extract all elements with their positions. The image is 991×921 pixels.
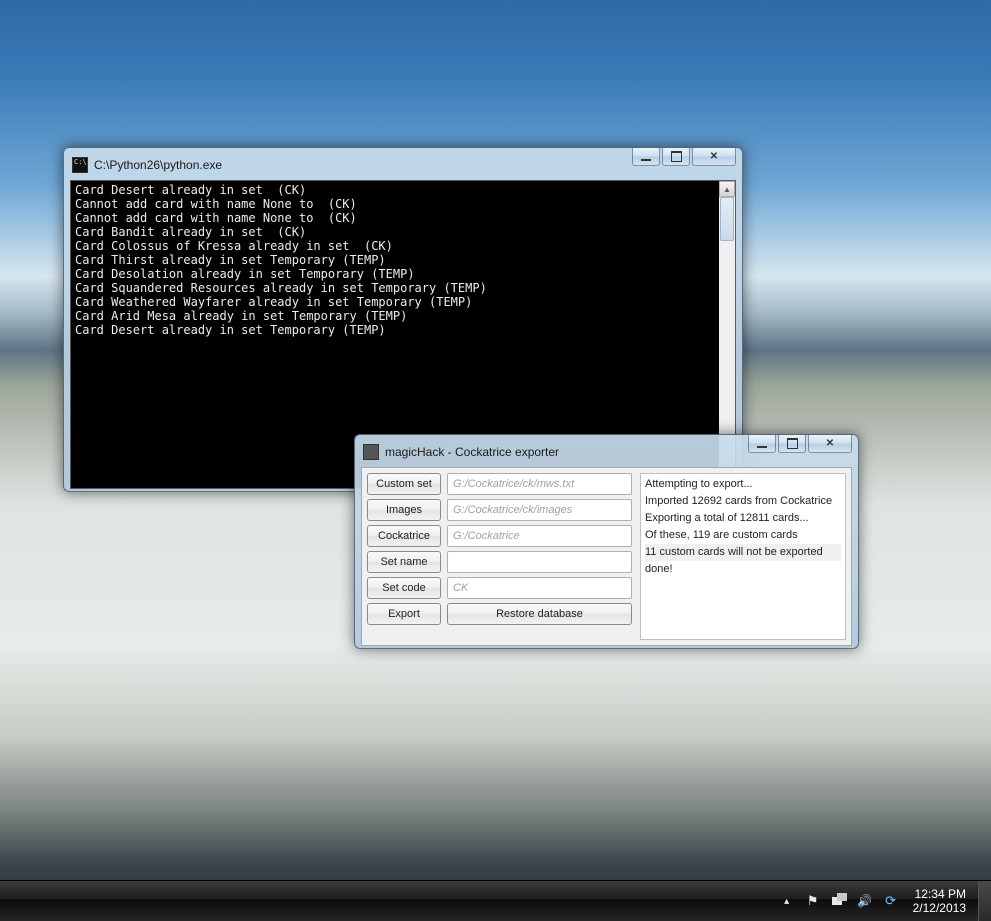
taskbar-date: 2/12/2013 [913, 901, 966, 915]
console-scroll-up-button[interactable]: ▲ [719, 181, 735, 197]
custom-set-button[interactable]: Custom set [367, 473, 441, 495]
console-app-icon [72, 157, 88, 173]
volume-icon[interactable] [857, 893, 873, 909]
console-minimize-button[interactable] [632, 148, 660, 166]
action-center-icon[interactable] [805, 893, 821, 909]
taskbar-time: 12:34 PM [913, 887, 966, 901]
custom-set-path-input[interactable]: G:/Cockatrice/ck/mws.txt [447, 473, 632, 495]
exporter-window-controls [748, 435, 852, 453]
set-name-input[interactable] [447, 551, 632, 573]
exporter-form: Custom set G:/Cockatrice/ck/mws.txt Imag… [367, 473, 632, 640]
console-close-button[interactable] [692, 148, 736, 166]
exporter-content: Custom set G:/Cockatrice/ck/mws.txt Imag… [361, 467, 852, 646]
restore-database-button[interactable]: Restore database [447, 603, 632, 625]
exporter-log[interactable]: Attempting to export...Imported 12692 ca… [640, 473, 846, 640]
set-code-button[interactable]: Set code [367, 577, 441, 599]
taskbar[interactable]: 12:34 PM 2/12/2013 [0, 880, 991, 921]
exporter-log-line: 11 custom cards will not be exported [645, 544, 841, 561]
system-tray: 12:34 PM 2/12/2013 [779, 887, 978, 915]
network-icon[interactable] [831, 893, 847, 909]
console-scroll-track[interactable] [719, 197, 735, 472]
taskbar-clock[interactable]: 12:34 PM 2/12/2013 [909, 887, 972, 915]
images-path-input[interactable]: G:/Cockatrice/ck/images [447, 499, 632, 521]
tray-overflow-icon[interactable] [779, 893, 795, 909]
console-maximize-button[interactable] [662, 148, 690, 166]
console-window-controls [632, 148, 736, 166]
desktop: C:\Python26\python.exe Card Desert alrea… [0, 0, 991, 921]
exporter-log-line: Exporting a total of 12811 cards... [645, 510, 841, 527]
exporter-app-icon [363, 444, 379, 460]
set-name-button[interactable]: Set name [367, 551, 441, 573]
exporter-title: magicHack - Cockatrice exporter [385, 445, 559, 459]
exporter-minimize-button[interactable] [748, 435, 776, 453]
images-button[interactable]: Images [367, 499, 441, 521]
cockatrice-path-input[interactable]: G:/Cockatrice [447, 525, 632, 547]
exporter-log-line: Imported 12692 cards from Cockatrice [645, 493, 841, 510]
cockatrice-button[interactable]: Cockatrice [367, 525, 441, 547]
exporter-close-button[interactable] [808, 435, 852, 453]
set-code-input[interactable]: CK [447, 577, 632, 599]
console-scroll-thumb[interactable] [720, 197, 734, 241]
exporter-window: magicHack - Cockatrice exporter Custom s… [354, 434, 859, 649]
console-title: C:\Python26\python.exe [94, 158, 222, 172]
exporter-log-line: done! [645, 561, 841, 578]
sync-icon[interactable] [883, 893, 899, 909]
exporter-log-line: Of these, 119 are custom cards [645, 527, 841, 544]
export-button[interactable]: Export [367, 603, 441, 625]
exporter-log-line: Attempting to export... [645, 476, 841, 493]
show-desktop-button[interactable] [978, 881, 991, 921]
exporter-maximize-button[interactable] [778, 435, 806, 453]
